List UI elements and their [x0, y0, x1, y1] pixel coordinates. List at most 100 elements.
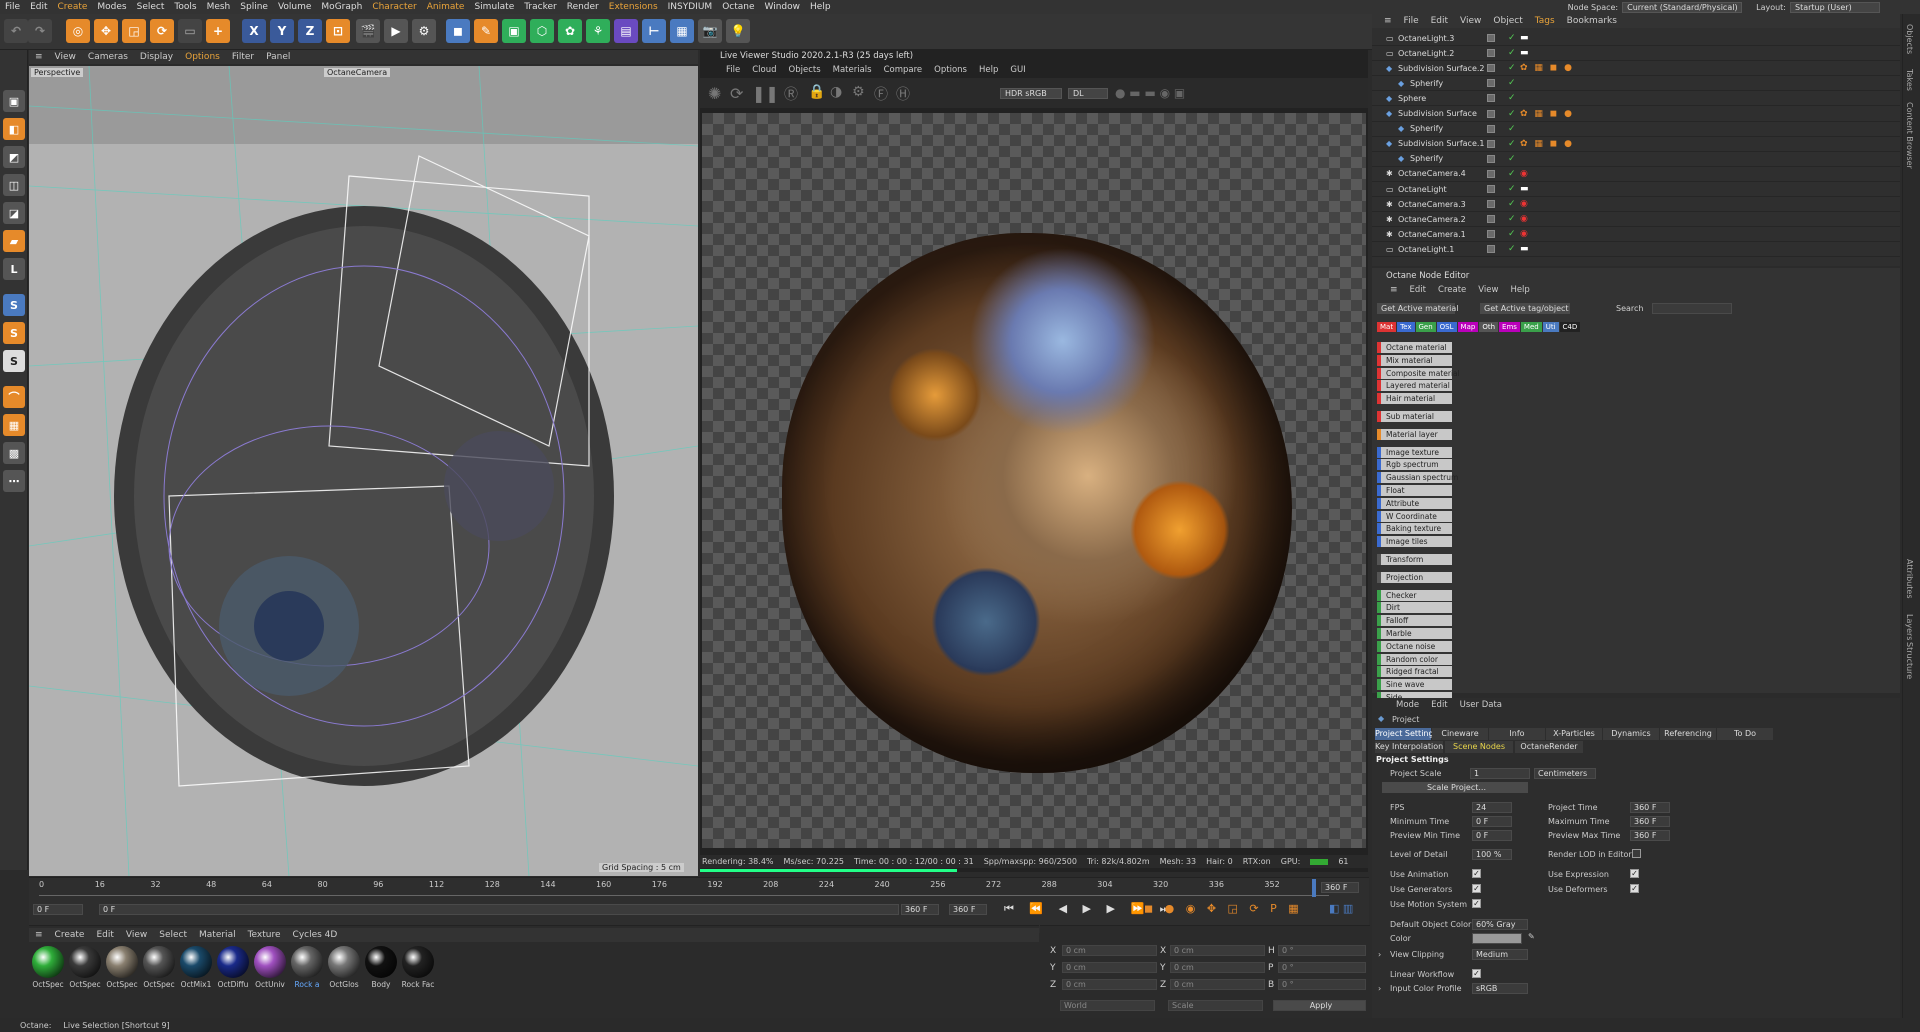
node-item[interactable]: Checker: [1377, 589, 1452, 601]
light-tag-icon[interactable]: ▬: [1520, 48, 1529, 58]
material-menu-material[interactable]: Material: [193, 930, 242, 940]
object-name[interactable]: Spherify: [1410, 154, 1443, 163]
default-color-dropdown[interactable]: 60% Gray: [1472, 919, 1528, 930]
subdivision-icon[interactable]: ▣: [502, 19, 526, 43]
side-tab[interactable]: Structure: [1905, 642, 1914, 679]
axis-y-button[interactable]: Y: [270, 19, 294, 43]
solo-icon[interactable]: S: [3, 294, 25, 316]
end-frame-field[interactable]: 360 F: [949, 904, 987, 915]
lv-menu-help[interactable]: Help: [973, 65, 1004, 75]
project-scale-field[interactable]: 1: [1470, 768, 1530, 779]
axis-x-button[interactable]: X: [242, 19, 266, 43]
input-profile-dropdown[interactable]: sRGB: [1472, 983, 1528, 994]
model-mode-icon[interactable]: ◧: [3, 118, 25, 140]
cube-icon[interactable]: ◼: [446, 19, 470, 43]
lock-icon[interactable]: 🔒: [808, 84, 825, 100]
render-view-icon[interactable]: ▶: [384, 19, 408, 43]
enabled-check-icon[interactable]: ✓: [1508, 139, 1516, 149]
object-row[interactable]: ◆ Spherify ✓: [1372, 122, 1900, 137]
generator-icon[interactable]: ⬡: [530, 19, 554, 43]
menu-edit[interactable]: Edit: [25, 2, 52, 12]
lv-menu-cloud[interactable]: Cloud: [746, 65, 782, 75]
material-tags[interactable]: ✿ ▦ ◼ ●: [1520, 63, 1574, 73]
get-active-material-button[interactable]: Get Active material: [1377, 303, 1458, 314]
light-icon[interactable]: 💡: [726, 19, 750, 43]
menu-create[interactable]: Create: [53, 2, 93, 12]
pos-y-field[interactable]: 0 cm: [1062, 962, 1157, 973]
node-item[interactable]: Hair material: [1377, 393, 1452, 405]
pos-z-field[interactable]: 0 cm: [1062, 979, 1157, 990]
object-row[interactable]: ▭ OctaneLight.1 ✓ ▬: [1372, 242, 1900, 258]
menu-tracker[interactable]: Tracker: [519, 2, 561, 12]
refresh-icon[interactable]: ⟳: [730, 84, 743, 103]
material-tags[interactable]: ✿ ▦ ◼ ●: [1520, 139, 1574, 149]
render-region-icon[interactable]: 🎬: [356, 19, 380, 43]
preview-start-field[interactable]: 0 F: [99, 904, 899, 915]
enabled-check-icon[interactable]: ✓: [1508, 33, 1516, 43]
node-item[interactable]: Random color: [1377, 653, 1452, 665]
scene-icon[interactable]: ▦: [670, 19, 694, 43]
attr-tab-secondary[interactable]: Scene Nodes: [1445, 741, 1513, 753]
node-item[interactable]: Gaussian spectrum: [1377, 472, 1458, 484]
playhead[interactable]: [1312, 879, 1316, 897]
editor-viewport[interactable]: Perspective OctaneCamera Grid Spacing : …: [29, 66, 698, 876]
object-menu-tags[interactable]: Tags: [1529, 16, 1561, 26]
focus-icon[interactable]: Ⓕ: [874, 84, 888, 104]
snap-icon[interactable]: ⌒: [3, 386, 25, 408]
material-menu-cycles-4d[interactable]: Cycles 4D: [287, 930, 344, 940]
grid-icon[interactable]: ▩: [3, 442, 25, 464]
object-name[interactable]: OctaneCamera.2: [1398, 215, 1466, 224]
material-menu-view[interactable]: View: [120, 930, 153, 940]
object-name[interactable]: OctaneLight: [1398, 185, 1447, 194]
hamburger-icon[interactable]: ≡: [29, 52, 49, 62]
max-time-field[interactable]: 360 F: [1630, 816, 1670, 827]
scale-dropdown[interactable]: Scale: [1168, 1000, 1263, 1011]
hair-icon[interactable]: ⋯: [3, 470, 25, 492]
world-dropdown[interactable]: World: [1060, 1000, 1155, 1011]
point-mode-icon[interactable]: ◫: [3, 174, 25, 196]
rotate-icon[interactable]: ⟳: [150, 19, 174, 43]
lv-menu-options[interactable]: Options: [928, 65, 973, 75]
node-item[interactable]: Rgb spectrum: [1377, 459, 1452, 471]
material-item[interactable]: OctUniv: [253, 946, 287, 998]
object-menu-file[interactable]: File: [1398, 16, 1425, 26]
material-item[interactable]: OctMix1: [179, 946, 213, 998]
object-row[interactable]: ✱ OctaneCamera.3 ✓ ◉: [1372, 197, 1900, 213]
rot-p-field[interactable]: 0 °: [1278, 962, 1366, 973]
object-row[interactable]: ◆ Subdivision Surface.2 ✓ ✿ ▦ ◼ ●: [1372, 61, 1900, 77]
lv-menu-compare[interactable]: Compare: [878, 65, 929, 75]
menu-help[interactable]: Help: [805, 2, 836, 12]
node-item[interactable]: Octane noise: [1377, 640, 1452, 652]
menu-character[interactable]: Character: [367, 2, 421, 12]
visibility-toggle[interactable]: [1487, 215, 1495, 224]
viewport-camera-label[interactable]: OctaneCamera: [324, 68, 391, 77]
node-item[interactable]: Layered material: [1377, 380, 1452, 392]
enabled-check-icon[interactable]: ✓: [1508, 154, 1516, 164]
hamburger-icon[interactable]: ≡: [1384, 285, 1404, 295]
object-menu-view[interactable]: View: [1454, 16, 1487, 26]
node-item[interactable]: Material layer: [1377, 428, 1452, 440]
node-category-tab[interactable]: C4D: [1559, 322, 1581, 332]
viewport-menu-view[interactable]: View: [49, 52, 82, 62]
node-menu-view[interactable]: View: [1472, 285, 1504, 295]
menu-mesh[interactable]: Mesh: [202, 2, 236, 12]
solo-hierarchy-icon[interactable]: S: [3, 322, 25, 344]
object-row[interactable]: ◆ Sphere ✓: [1372, 91, 1900, 107]
object-row[interactable]: ◆ Subdivision Surface ✓ ✿ ▦ ◼ ●: [1372, 107, 1900, 122]
menu-extensions[interactable]: Extensions: [604, 2, 663, 12]
menu-file[interactable]: File: [0, 2, 25, 12]
material-item[interactable]: Rock Fac: [401, 946, 435, 998]
camera-tag-icon[interactable]: ◉: [1520, 199, 1528, 209]
node-menu-help[interactable]: Help: [1504, 285, 1535, 295]
viewport-menu-options[interactable]: Options: [179, 52, 226, 62]
node-item[interactable]: Dirt: [1377, 602, 1452, 614]
live-select-icon[interactable]: ◎: [66, 19, 90, 43]
edge-mode-icon[interactable]: ◪: [3, 202, 25, 224]
node-menu-create[interactable]: Create: [1432, 285, 1472, 295]
node-item[interactable]: Projection: [1377, 571, 1452, 583]
expand-arrow-icon-2[interactable]: ›: [1378, 984, 1381, 993]
solo-off-icon[interactable]: S: [3, 350, 25, 372]
clay-icon[interactable]: ◑: [830, 84, 842, 100]
object-name[interactable]: OctaneCamera.3: [1398, 200, 1466, 209]
rot-b-field[interactable]: 0 °: [1278, 979, 1366, 990]
